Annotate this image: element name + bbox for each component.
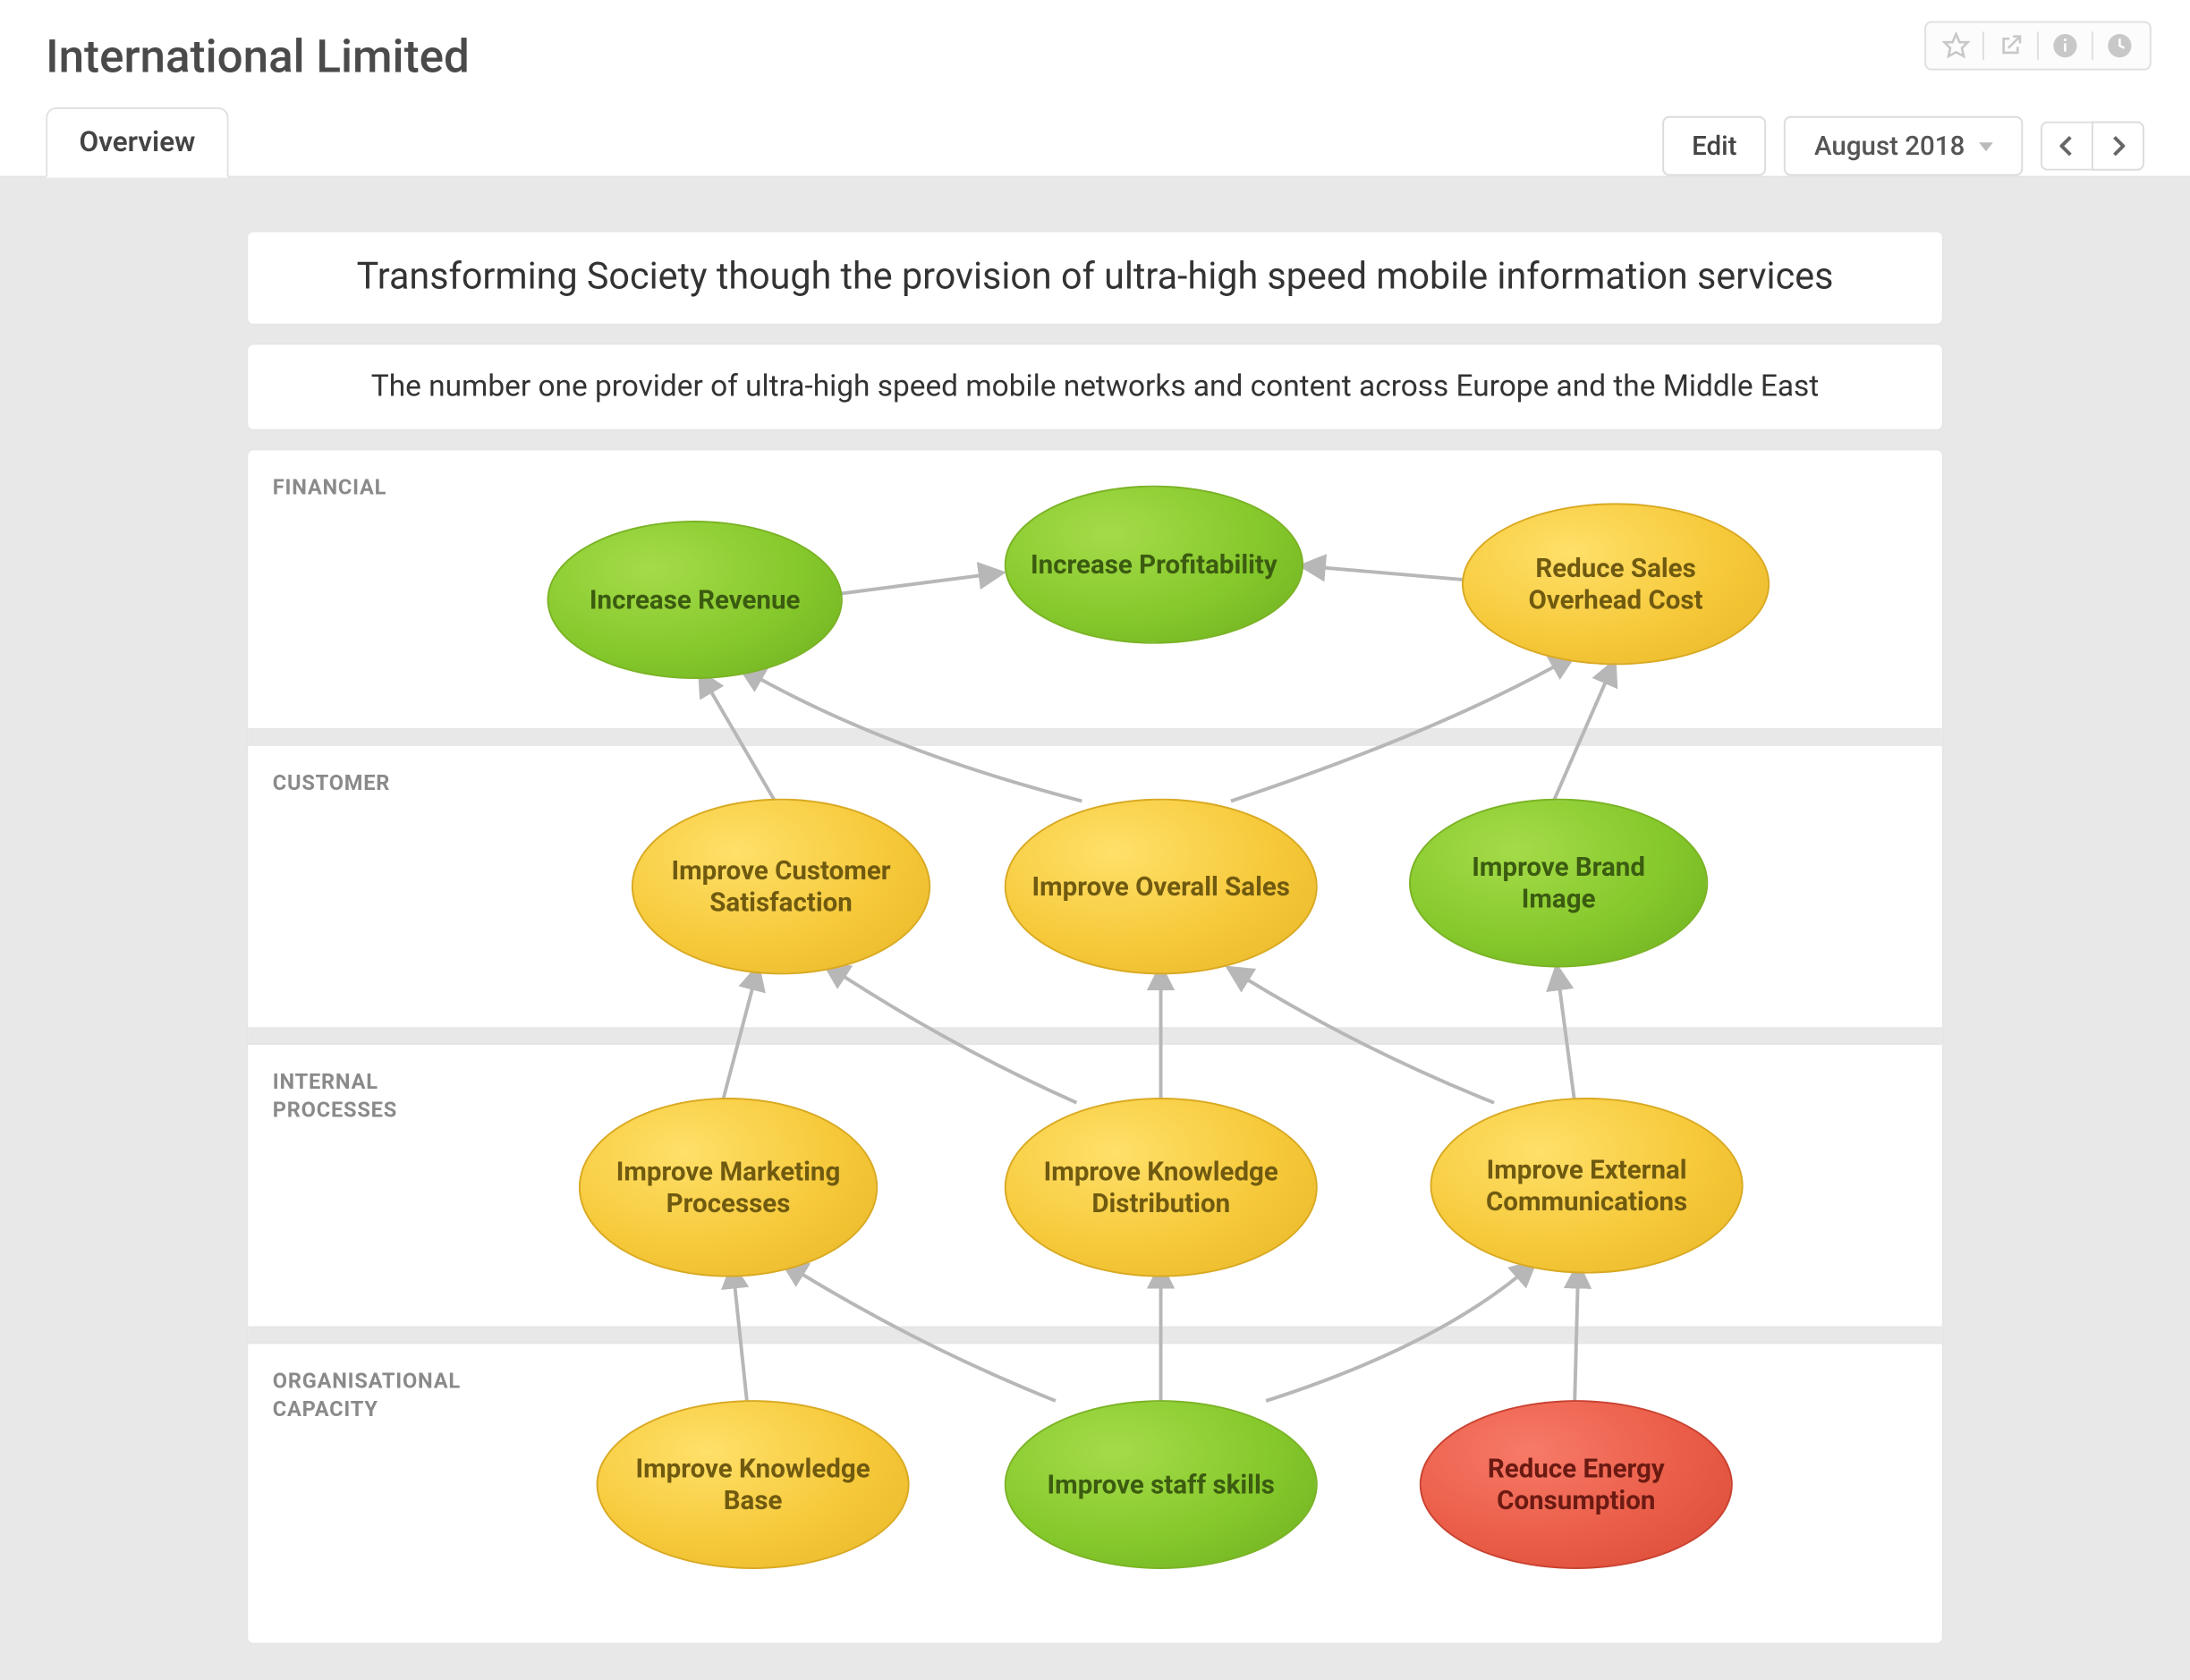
node-improve-knowledge-distribution[interactable]: Improve Knowledge Distribution (1005, 1098, 1318, 1277)
vision-text: The number one provider of ultra-high sp… (371, 369, 1819, 404)
edit-button-label: Edit (1692, 131, 1736, 162)
next-period-button[interactable] (2092, 122, 2144, 171)
page-header: International Limited Overview (0, 0, 2190, 178)
node-improve-overall-sales[interactable]: Improve Overall Sales (1005, 799, 1318, 975)
section-label-internal: INTERNAL PROCESSES (273, 1070, 502, 1124)
info-icon[interactable] (2042, 23, 2088, 69)
node-improve-knowledge-base[interactable]: Improve Knowledge Base (597, 1400, 910, 1569)
prev-period-button[interactable] (2041, 122, 2092, 171)
page-title: International Limited (46, 31, 2144, 84)
chevron-left-icon (2060, 135, 2075, 157)
section-label-financial: FINANCIAL (273, 475, 386, 503)
tab-overview[interactable]: Overview (46, 107, 229, 178)
chevron-right-icon (2111, 135, 2126, 157)
export-icon[interactable] (1988, 23, 2033, 69)
section-separator (248, 728, 1942, 746)
favorite-icon[interactable] (1933, 23, 1979, 69)
node-improve-staff-skills[interactable]: Improve staff skills (1005, 1400, 1318, 1569)
node-increase-profitability[interactable]: Increase Profitability (1005, 486, 1303, 644)
period-selector[interactable]: August 2018 (1785, 116, 2024, 176)
section-label-organisational: ORGANISATIONAL CAPACITY (273, 1369, 502, 1423)
node-increase-revenue[interactable]: Increase Revenue (548, 521, 843, 679)
node-improve-external-communications[interactable]: Improve External Communications (1430, 1098, 1744, 1274)
node-improve-marketing-processes[interactable]: Improve Marketing Processes (579, 1098, 878, 1277)
section-separator (248, 1027, 1942, 1045)
toolbar-icon-bar (1924, 21, 2152, 71)
period-label: August 2018 (1814, 131, 1965, 162)
node-reduce-energy-consumption[interactable]: Reduce Energy Consumption (1420, 1400, 1733, 1569)
node-reduce-overhead[interactable]: Reduce Sales Overhead Cost (1462, 503, 1770, 665)
node-improve-brand-image[interactable]: Improve Brand Image (1409, 799, 1708, 968)
content-area: Transforming Society though the provisio… (0, 178, 2190, 1680)
history-icon[interactable] (2097, 23, 2143, 69)
mission-text: Transforming Society though the provisio… (357, 257, 1834, 299)
vision-panel: The number one provider of ultra-high sp… (246, 343, 1943, 430)
mission-panel: Transforming Society though the provisio… (246, 231, 1943, 326)
tab-label: Overview (79, 125, 195, 158)
chevron-down-icon (1979, 141, 1993, 150)
node-improve-customer-satisfaction[interactable]: Improve Customer Satisfaction (632, 799, 930, 975)
section-separator (248, 1327, 1942, 1345)
edit-button[interactable]: Edit (1662, 116, 1767, 176)
strategy-map: FINANCIAL CUSTOMER INTERNAL PROCESSES OR… (246, 448, 1943, 1644)
section-label-customer: CUSTOMER (273, 770, 390, 798)
